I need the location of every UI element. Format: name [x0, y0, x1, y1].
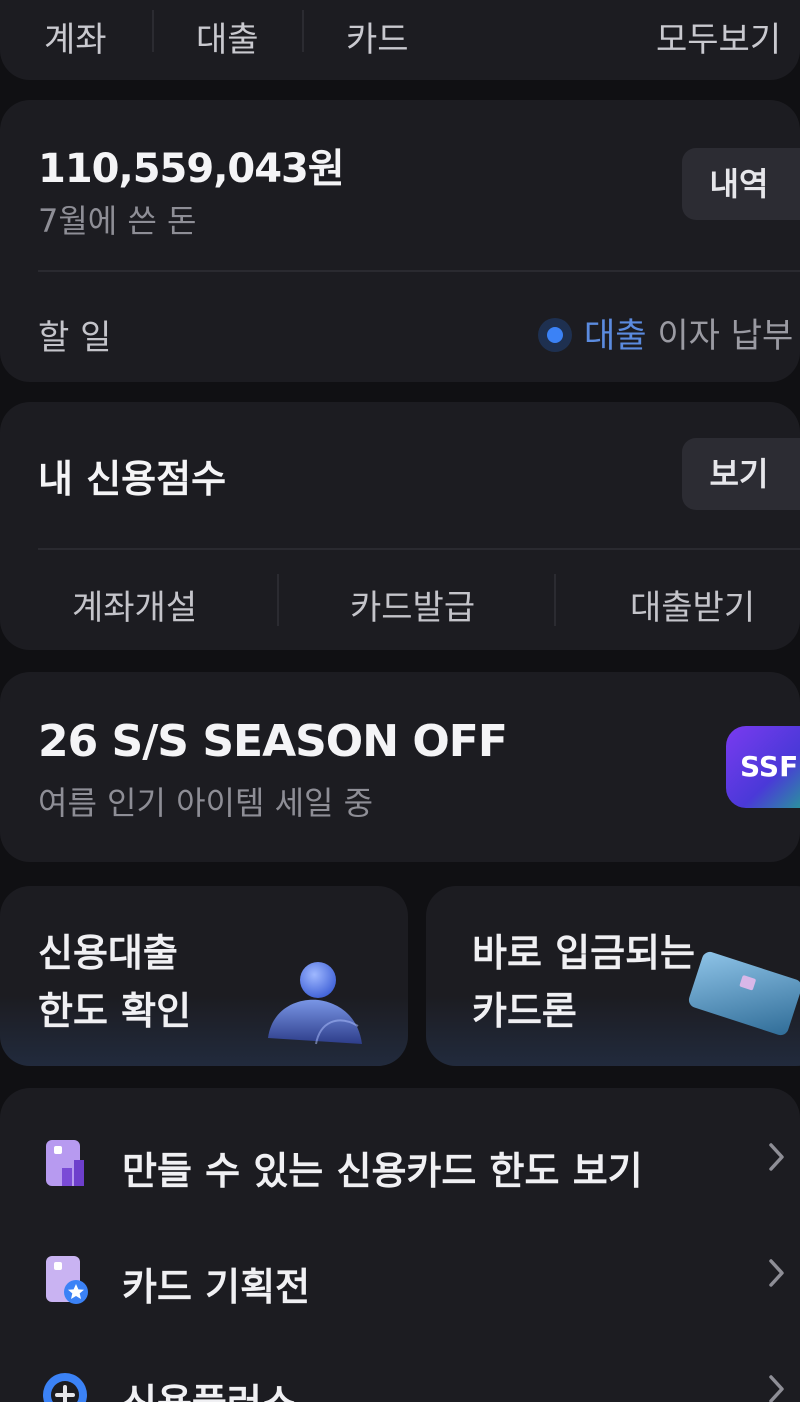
tile-title: 바로 입금되는 카드론 — [472, 924, 695, 1040]
ssf-logo[interactable]: SSF — [726, 726, 800, 808]
ad-banner-card[interactable]: 26 S/S SEASON OFF 여름 인기 아이템 세일 중 — [0, 672, 800, 862]
tile-line: 신용대출 — [38, 931, 178, 975]
divider — [38, 548, 800, 550]
todo-highlight: 대출 — [584, 316, 647, 356]
credit-loan-limit-tile[interactable]: 신용대출 한도 확인 — [0, 886, 408, 1066]
view-credit-score-button[interactable]: 보기 — [682, 438, 800, 510]
ad-subtitle: 여름 인기 아이템 세일 중 — [38, 784, 374, 822]
chevron-right-icon — [769, 1259, 784, 1287]
get-loan-button[interactable]: 대출받기 — [630, 580, 755, 629]
list-item-card-promotions[interactable]: 카드 기획전 — [0, 1232, 800, 1322]
credit-score-card: 내 신용점수 보기 계좌개설 카드발급 대출받기 — [0, 402, 800, 650]
list-item-label: 카드 기획전 — [122, 1265, 311, 1309]
tile-line: 카드론 — [472, 989, 577, 1033]
spending-card[interactable]: 110,559,043원 7월에 쓴 돈 내역 할 일 대출 이자 납부 — [0, 100, 800, 382]
history-button[interactable]: 내역 — [682, 148, 800, 220]
todo-loan-interest-payment[interactable]: 대출 이자 납부 — [538, 308, 793, 357]
card-star-icon — [46, 1256, 88, 1304]
list-item-card-limit[interactable]: 만들 수 있는 신용카드 한도 보기 — [0, 1116, 800, 1206]
chevron-right-icon — [769, 1143, 784, 1171]
list-item-label: 신용플러스 — [122, 1372, 297, 1402]
ad-title: 26 S/S SEASON OFF — [38, 716, 508, 767]
chevron-right-icon — [769, 1375, 784, 1402]
list-item-credit-plus[interactable]: 신용플러스 — [0, 1348, 800, 1402]
tile-line: 바로 입금되는 — [472, 931, 695, 975]
todo-text: 이자 납부 — [646, 316, 794, 356]
tab-account[interactable]: 계좌 — [44, 12, 107, 61]
todo-label: 할 일 — [38, 318, 112, 358]
tile-title: 신용대출 한도 확인 — [38, 924, 191, 1040]
credit-score-title: 내 신용점수 — [38, 457, 227, 501]
action-divider — [277, 574, 279, 626]
spending-amount: 110,559,043원 — [38, 146, 345, 192]
tab-divider — [152, 10, 154, 52]
divider — [38, 270, 800, 272]
issue-card-button[interactable]: 카드발급 — [350, 580, 475, 629]
plus-circle-icon — [43, 1373, 87, 1402]
category-tabs-card: 계좌 대출 카드 모두보기 — [0, 0, 800, 80]
tab-card[interactable]: 카드 — [346, 12, 409, 61]
list-item-label: 만들 수 있는 신용카드 한도 보기 — [122, 1149, 643, 1193]
card-loan-tile[interactable]: 바로 입금되는 카드론 — [426, 886, 800, 1066]
action-divider — [554, 574, 556, 626]
credit-card-icon — [688, 951, 800, 1036]
tab-divider — [302, 10, 304, 52]
card-limit-icon — [46, 1140, 84, 1186]
view-all-link[interactable]: 모두보기 — [656, 12, 781, 61]
status-dot-icon — [538, 318, 572, 352]
tab-loan[interactable]: 대출 — [196, 12, 259, 61]
person-icon — [268, 962, 362, 1045]
tile-line: 한도 확인 — [38, 989, 192, 1033]
spending-subtitle: 7월에 쓴 돈 — [38, 202, 197, 240]
menu-list-card: 만들 수 있는 신용카드 한도 보기 카드 기획전 신용플러스 — [0, 1088, 800, 1402]
open-account-button[interactable]: 계좌개설 — [72, 580, 197, 629]
